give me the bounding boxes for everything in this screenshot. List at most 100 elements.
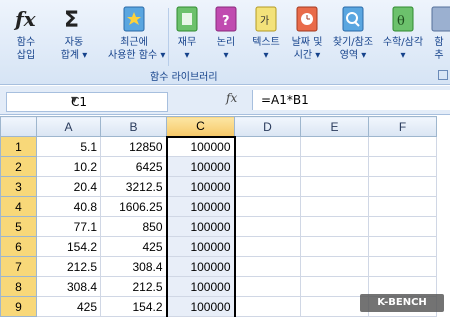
cell[interactable]: 40.8 (36, 196, 101, 217)
cell[interactable]: 212.5 (36, 256, 101, 277)
column-header-e[interactable]: E (300, 116, 369, 137)
button-label: 사용한 함수 ▾ (108, 50, 166, 61)
selected-cell[interactable]: 100000 (165, 256, 236, 277)
date-time-button[interactable]: 날짜 및 시간 ▾ (286, 4, 328, 62)
cell[interactable]: 1606.25 (100, 196, 167, 217)
selected-cell[interactable]: 100000 (165, 156, 236, 177)
selected-cell[interactable]: 100000 (165, 276, 236, 297)
selected-cell[interactable]: 100000 (165, 176, 236, 197)
cell[interactable] (368, 156, 437, 177)
cell[interactable]: 154.2 (100, 296, 167, 317)
button-label: 찾기/참조 (332, 37, 374, 48)
active-cell[interactable]: 100000 (165, 135, 236, 157)
ribbon-group-label: 함수 라이브러리 (150, 72, 218, 83)
cell[interactable] (368, 236, 437, 257)
row-header[interactable]: 6 (0, 236, 37, 257)
logical-button[interactable]: ? 논리 ▾ (206, 4, 246, 62)
sigma-icon: Σ (64, 8, 79, 33)
cell[interactable] (234, 136, 301, 157)
selected-cell[interactable]: 100000 (165, 296, 236, 317)
dialog-launcher-icon[interactable] (438, 70, 448, 80)
select-all-corner[interactable] (0, 116, 37, 137)
name-box[interactable]: C1 ▼ (6, 92, 168, 112)
cell[interactable]: 425 (100, 236, 167, 257)
selected-cell[interactable]: 100000 (165, 236, 236, 257)
recent-functions-button[interactable]: 최근에 사용한 함수 ▾ (108, 4, 166, 62)
cell[interactable] (300, 276, 369, 297)
cell[interactable]: 77.1 (36, 216, 101, 237)
cell[interactable] (300, 136, 369, 157)
cell[interactable] (368, 256, 437, 277)
column-header-b[interactable]: B (100, 116, 167, 137)
cell[interactable] (300, 296, 369, 317)
cell[interactable] (234, 216, 301, 237)
chevron-down-icon[interactable]: ▼ (71, 95, 164, 104)
cell[interactable] (368, 196, 437, 217)
lookup-reference-button[interactable]: 찾기/참조 영역 ▾ (328, 4, 378, 62)
row-header[interactable]: 7 (0, 256, 37, 277)
cell[interactable]: 20.4 (36, 176, 101, 197)
cell[interactable]: 425 (36, 296, 101, 317)
fx-icon[interactable]: fx (226, 91, 237, 105)
button-label: ▾ (400, 50, 406, 61)
cell[interactable] (368, 176, 437, 197)
cell[interactable]: 154.2 (36, 236, 101, 257)
cell[interactable] (300, 256, 369, 277)
cell[interactable]: 212.5 (100, 276, 167, 297)
ribbon-separator (168, 8, 169, 66)
cell[interactable]: 308.4 (36, 276, 101, 297)
more-functions-button[interactable]: 함 추 (428, 4, 450, 62)
row-header[interactable]: 5 (0, 216, 37, 237)
text-book-icon: 가 (255, 6, 277, 32)
svg-text:fx: fx (13, 7, 37, 31)
table-row: 6 154.2 425 100000 (0, 236, 437, 257)
row-header[interactable]: 9 (0, 296, 37, 317)
cell[interactable] (300, 196, 369, 217)
table-row: 2 10.2 6425 100000 (0, 156, 437, 177)
cell[interactable] (300, 156, 369, 177)
cell[interactable]: 5.1 (36, 136, 101, 157)
cell[interactable]: 308.4 (100, 256, 167, 277)
cell[interactable] (234, 196, 301, 217)
cell[interactable] (368, 136, 437, 157)
financial-button[interactable]: 재무 ▾ (170, 4, 204, 62)
column-header-a[interactable]: A (36, 116, 101, 137)
insert-function-button[interactable]: fx 함수 삽입 (4, 4, 48, 62)
cell[interactable] (234, 156, 301, 177)
cell[interactable] (368, 216, 437, 237)
formula-input[interactable]: =A1*B1 (252, 90, 450, 110)
row-header[interactable]: 3 (0, 176, 37, 197)
column-header-d[interactable]: D (234, 116, 301, 137)
cell[interactable]: 10.2 (36, 156, 101, 177)
column-header-f[interactable]: F (368, 116, 437, 137)
selected-cell[interactable]: 100000 (165, 196, 236, 217)
cell[interactable]: 850 (100, 216, 167, 237)
cell[interactable] (234, 296, 301, 317)
cell[interactable]: 12850 (100, 136, 167, 157)
selected-cell[interactable]: 100000 (165, 216, 236, 237)
cell[interactable] (300, 176, 369, 197)
row-header[interactable]: 8 (0, 276, 37, 297)
cell[interactable]: 3212.5 (100, 176, 167, 197)
math-book-icon: θ (392, 6, 414, 32)
row-header[interactable]: 1 (0, 136, 37, 157)
button-label: 함수 (16, 37, 36, 48)
cell[interactable] (234, 236, 301, 257)
row-header[interactable]: 2 (0, 156, 37, 177)
cell[interactable] (234, 176, 301, 197)
text-functions-button[interactable]: 가 텍스트 ▾ (246, 4, 286, 62)
svg-text:θ: θ (397, 14, 405, 29)
cell[interactable] (300, 236, 369, 257)
cell[interactable] (234, 256, 301, 277)
cell[interactable] (300, 216, 369, 237)
cell[interactable] (234, 276, 301, 297)
math-trig-button[interactable]: θ 수학/삼각 ▾ (378, 4, 428, 62)
autosum-button[interactable]: Σ 자동 합계 ▾ (52, 4, 96, 62)
button-label: 합계 ▾ (60, 50, 88, 61)
button-label: 날짜 및 (291, 37, 323, 48)
fx-icon: fx (13, 7, 37, 31)
svg-text:가: 가 (260, 15, 269, 27)
cell[interactable]: 6425 (100, 156, 167, 177)
column-header-c[interactable]: C (166, 116, 235, 137)
row-header[interactable]: 4 (0, 196, 37, 217)
